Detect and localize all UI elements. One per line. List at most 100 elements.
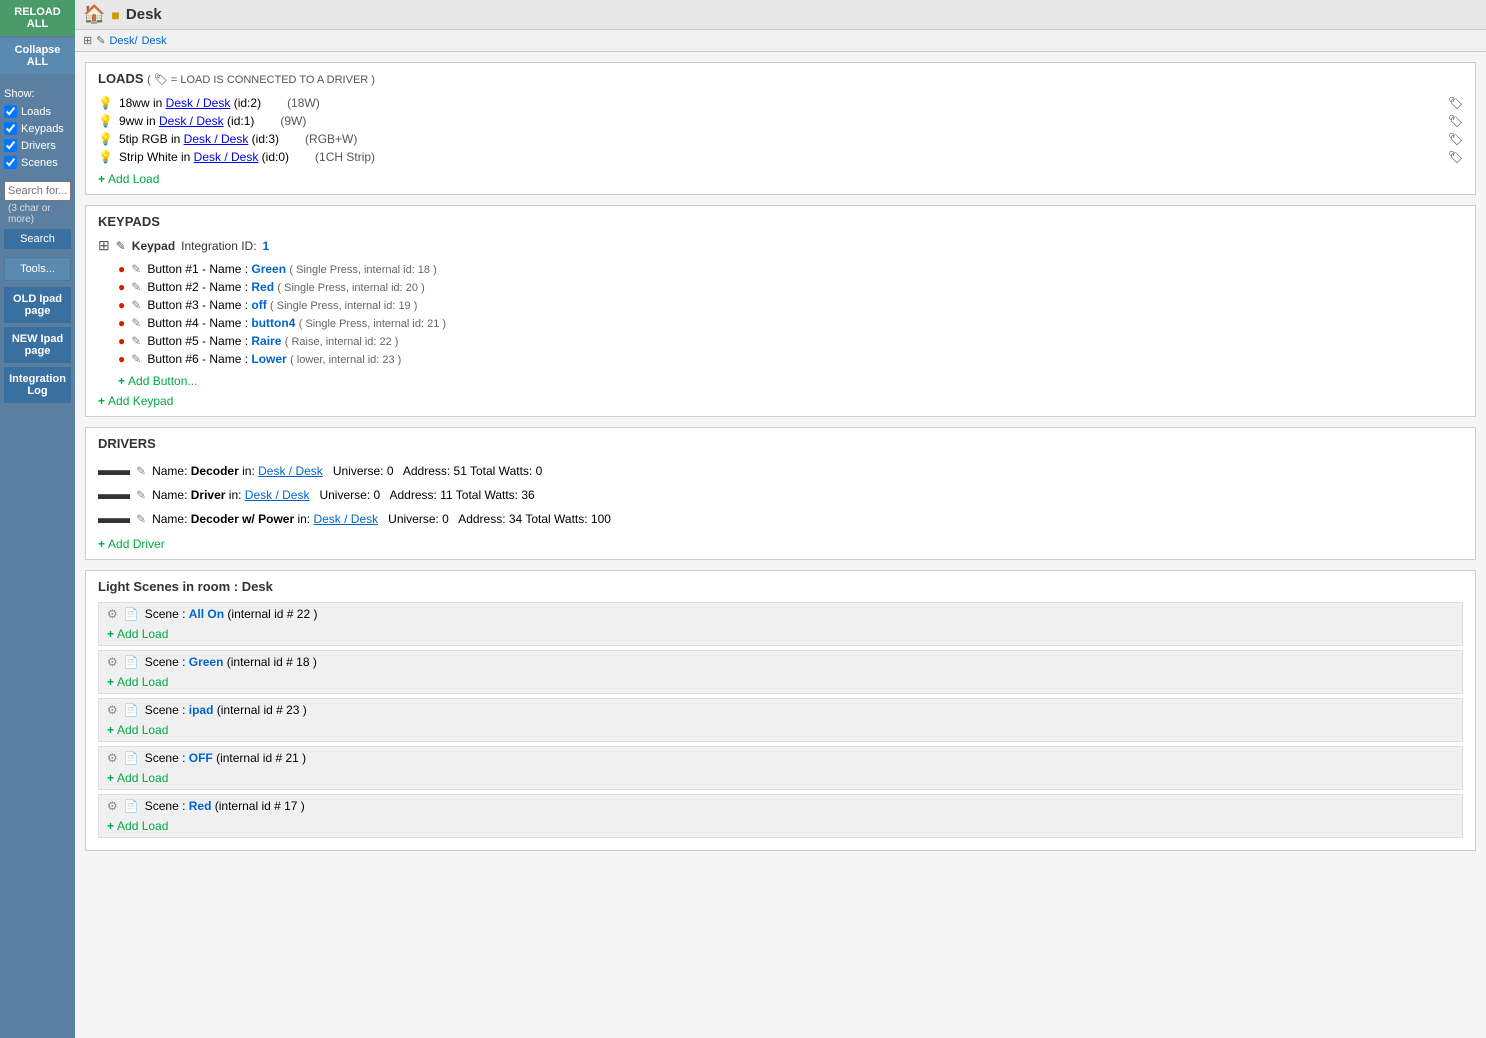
scene-block-2: ⚙ 📄 Scene : Green (internal id # 18 ) + … — [98, 650, 1463, 694]
load-name-2: 9ww in Desk / Desk (id:1) — [119, 114, 254, 128]
loads-checkbox[interactable] — [4, 105, 17, 118]
driver-icon-3: ▬▬ — [98, 510, 130, 528]
keypad-header: ⊞ ✎ Keypad Integration ID: 1 — [98, 237, 1463, 254]
add-button-link[interactable]: + Add Button... — [118, 374, 197, 388]
scenes-section: Light Scenes in room : Desk ⚙ 📄 Scene : … — [85, 570, 1476, 851]
keypad-id-value: 1 — [263, 239, 270, 253]
drivers-checkbox[interactable] — [4, 139, 17, 152]
breadcrumb-link1[interactable]: Desk/ — [109, 35, 137, 47]
scene-gear-icon-4: ⚙ — [107, 751, 118, 765]
show-section: Show: Loads Keypads Drivers Scenes — [0, 82, 75, 177]
keypad-grid-icon: ⊞ — [98, 237, 110, 254]
scenes-checkbox[interactable] — [4, 156, 17, 169]
add-keypad-link[interactable]: + Add Keypad — [98, 394, 173, 408]
add-load-link[interactable]: + Add Load — [98, 172, 159, 186]
scenes-title: Light Scenes in room : Desk — [98, 579, 1463, 594]
scene-add-load-5[interactable]: + Add Load — [107, 819, 168, 833]
load-tag-icon-4: 🏷 — [1448, 150, 1463, 164]
load-row-1: 💡 18ww in Desk / Desk (id:2) (18W) 🏷 — [98, 94, 1463, 112]
drivers-checkbox-label[interactable]: Drivers — [4, 137, 71, 154]
page-title: Desk — [126, 6, 162, 23]
add-driver-link[interactable]: + Add Driver — [98, 537, 165, 551]
scene-label-1: Scene : All On (internal id # 22 ) — [145, 607, 318, 621]
btn-label-5: Button #5 - Name : Raire ( Raise, intern… — [147, 334, 398, 348]
search-button[interactable]: Search — [4, 229, 71, 249]
scene-plus-icon-2: + — [107, 675, 114, 689]
btn-label-4: Button #4 - Name : button4 ( Single Pres… — [147, 316, 446, 330]
loads-section: LOADS ( 🏷 = Load is connected to a drive… — [85, 62, 1476, 195]
load-row-3: 💡 5tip RGB in Desk / Desk (id:3) (RGB+W)… — [98, 130, 1463, 148]
titlebar: 🏠 ■ Desk — [75, 0, 1486, 30]
content-area: LOADS ( 🏷 = Load is connected to a drive… — [75, 52, 1486, 1038]
scene-label-5: Scene : Red (internal id # 17 ) — [145, 799, 305, 813]
scene-gear-icon-2: ⚙ — [107, 655, 118, 669]
scene-block-1: ⚙ 📄 Scene : All On (internal id # 22 ) +… — [98, 602, 1463, 646]
add-button-plus-icon: + — [118, 374, 125, 388]
btn-red-icon-1: ● — [118, 262, 125, 276]
driver-row-1: ▬▬ ✎ Name: Decoder in: Desk / Desk Unive… — [98, 459, 1463, 483]
btn-red-icon-3: ● — [118, 298, 125, 312]
keypads-checkbox-label[interactable]: Keypads — [4, 120, 71, 137]
load-link-1[interactable]: Desk / Desk — [166, 96, 231, 110]
scene-doc-icon-2: 📄 — [124, 655, 139, 669]
scene-plus-icon-1: + — [107, 627, 114, 641]
keypads-checkbox[interactable] — [4, 122, 17, 135]
scene-block-3: ⚙ 📄 Scene : ipad (internal id # 23 ) + A… — [98, 698, 1463, 742]
new-ipad-button[interactable]: NEW Ipad page — [4, 327, 72, 363]
load-link-3[interactable]: Desk / Desk — [184, 132, 249, 146]
scenes-checkbox-label[interactable]: Scenes — [4, 154, 71, 171]
driver-row-2: ▬▬ ✎ Name: Driver in: Desk / Desk Univer… — [98, 483, 1463, 507]
scene-add-load-1[interactable]: + Add Load — [107, 627, 168, 641]
driver-info-1: Name: Decoder in: Desk / Desk Universe: … — [152, 464, 542, 478]
button-row-1: ● ✎ Button #1 - Name : Green ( Single Pr… — [98, 260, 1463, 278]
integration-log-button[interactable]: Integration Log — [4, 367, 72, 403]
search-input[interactable] — [4, 181, 71, 201]
scene-gear-icon-5: ⚙ — [107, 799, 118, 813]
btn-edit-icon-1: ✎ — [131, 262, 141, 276]
reload-all-button[interactable]: RELOAD ALL — [0, 0, 75, 36]
scene-add-load-3[interactable]: + Add Load — [107, 723, 168, 737]
driver-icon-2: ▬▬ — [98, 486, 130, 504]
load-name-3: 5tip RGB in Desk / Desk (id:3) — [119, 132, 279, 146]
loads-tag-note: ( 🏷 = Load is connected to a driver ) — [147, 74, 375, 86]
load-tag-icon-1: 🏷 — [1448, 96, 1463, 110]
scene-row-2: ⚙ 📄 Scene : Green (internal id # 18 ) — [107, 655, 1454, 669]
button-row-6: ● ✎ Button #6 - Name : Lower ( lower, in… — [98, 350, 1463, 368]
breadcrumb-link2[interactable]: Desk — [142, 35, 167, 47]
scene-gear-icon-1: ⚙ — [107, 607, 118, 621]
load-tag-icon-2: 🏷 — [1448, 114, 1463, 128]
old-ipad-button[interactable]: OLD Ipad page — [4, 287, 72, 323]
keypads-section: KEYPADS ⊞ ✎ Keypad Integration ID: 1 ● ✎… — [85, 205, 1476, 417]
driver-link-3[interactable]: Desk / Desk — [313, 512, 378, 526]
btn-edit-icon-6: ✎ — [131, 352, 141, 366]
btn-red-icon-4: ● — [118, 316, 125, 330]
scene-row-5: ⚙ 📄 Scene : Red (internal id # 17 ) — [107, 799, 1454, 813]
add-load-plus-icon: + — [98, 172, 105, 186]
load-row-2: 💡 9ww in Desk / Desk (id:1) (9W) 🏷 — [98, 112, 1463, 130]
load-tag-icon-3: 🏷 — [1448, 132, 1463, 146]
title-icon: 🏠 — [83, 4, 105, 25]
load-bulb-icon-1: 💡 — [98, 96, 113, 110]
scene-add-load-2[interactable]: + Add Load — [107, 675, 168, 689]
driver-edit-icon-1: ✎ — [136, 464, 146, 478]
driver-info-3: Name: Decoder w/ Power in: Desk / Desk U… — [152, 512, 611, 526]
scene-doc-icon-4: 📄 — [124, 751, 139, 765]
load-link-2[interactable]: Desk / Desk — [159, 114, 224, 128]
btn-edit-icon-4: ✎ — [131, 316, 141, 330]
btn-label-1: Button #1 - Name : Green ( Single Press,… — [147, 262, 436, 276]
loads-checkbox-label[interactable]: Loads — [4, 103, 71, 120]
scene-plus-icon-4: + — [107, 771, 114, 785]
load-bulb-icon-2: 💡 — [98, 114, 113, 128]
driver-link-2[interactable]: Desk / Desk — [245, 488, 310, 502]
scene-doc-icon-1: 📄 — [124, 607, 139, 621]
scene-doc-icon-5: 📄 — [124, 799, 139, 813]
driver-edit-icon-3: ✎ — [136, 512, 146, 526]
driver-link-1[interactable]: Desk / Desk — [258, 464, 323, 478]
tools-button[interactable]: Tools... — [4, 257, 72, 281]
load-type-1: (18W) — [287, 96, 367, 110]
drivers-title: DRIVERS — [98, 436, 1463, 451]
search-hint: (3 char or more) — [4, 201, 71, 227]
collapse-all-button[interactable]: Collapse ALL — [0, 38, 75, 74]
scene-add-load-4[interactable]: + Add Load — [107, 771, 168, 785]
load-link-4[interactable]: Desk / Desk — [194, 150, 259, 164]
